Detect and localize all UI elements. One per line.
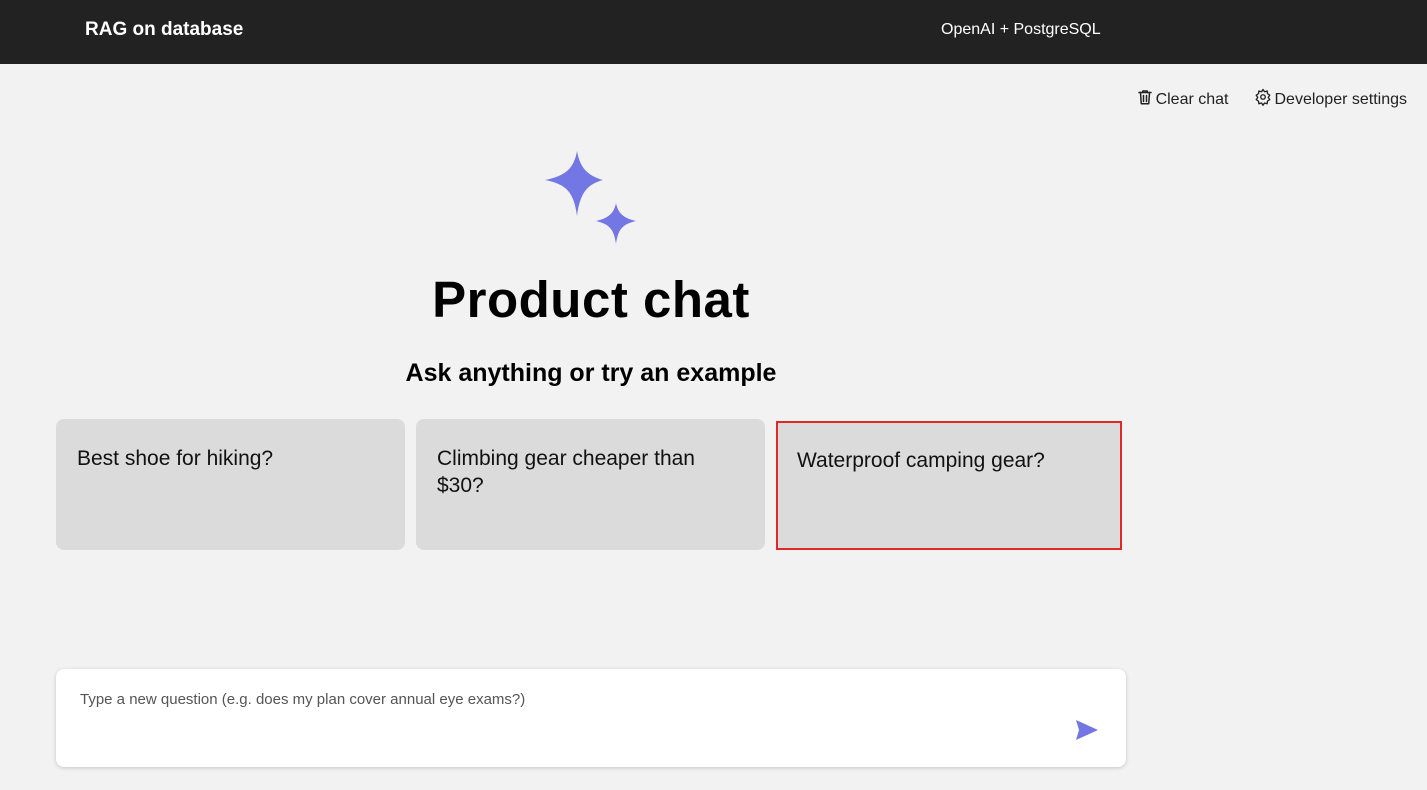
sparkle-icon	[542, 150, 638, 246]
example-card[interactable]: Climbing gear cheaper than $30?	[416, 419, 765, 550]
app-subtitle: OpenAI + PostgreSQL	[941, 21, 1101, 38]
developer-settings-label: Developer settings	[1274, 90, 1407, 108]
send-button[interactable]	[1074, 717, 1100, 743]
question-input[interactable]	[80, 691, 1040, 751]
app-header: RAG on database OpenAI + PostgreSQL	[0, 0, 1427, 64]
gear-icon	[1254, 88, 1272, 111]
clear-chat-button[interactable]: Clear chat	[1136, 88, 1229, 111]
example-card-selected[interactable]: Waterproof camping gear?	[776, 421, 1122, 550]
trash-icon	[1136, 88, 1154, 111]
clear-chat-label: Clear chat	[1155, 90, 1229, 108]
page-subtitle: Ask anything or try an example	[405, 359, 777, 387]
developer-settings-button[interactable]: Developer settings	[1254, 88, 1407, 111]
example-list: Best shoe for hiking? Climbing gear chea…	[56, 419, 1122, 550]
send-icon	[1074, 720, 1100, 747]
page-title: Product chat	[432, 271, 750, 328]
example-card[interactable]: Best shoe for hiking?	[56, 419, 405, 550]
question-composer	[56, 669, 1126, 767]
command-bar: Clear chat Developer settings	[1136, 88, 1407, 111]
app-title-link[interactable]: RAG on database	[85, 19, 243, 41]
